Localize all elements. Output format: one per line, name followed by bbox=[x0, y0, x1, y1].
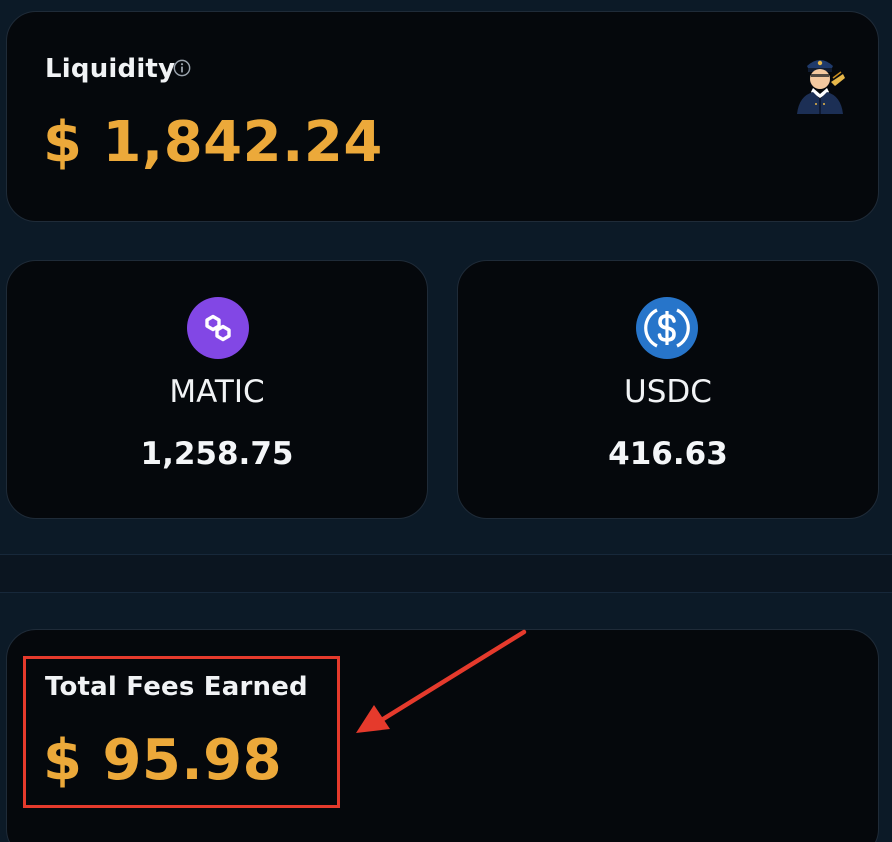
usdc-card: USDC 416.63 bbox=[457, 260, 879, 519]
pilot-avatar-icon[interactable] bbox=[791, 52, 849, 116]
usdc-icon bbox=[636, 297, 698, 359]
polygon-icon bbox=[187, 297, 249, 359]
liquidity-amount: $ 1,842.24 bbox=[43, 110, 383, 175]
annotation-arrow-icon bbox=[356, 629, 527, 733]
info-icon[interactable] bbox=[173, 59, 191, 77]
page: Liquidity $ 1,842.24 MATIC 1,258.75 USDC… bbox=[0, 0, 892, 842]
matic-name: MATIC bbox=[169, 374, 265, 410]
usdc-name: USDC bbox=[624, 374, 712, 410]
matic-amount: 1,258.75 bbox=[140, 436, 294, 472]
liquidity-label: Liquidity bbox=[45, 54, 176, 84]
usdc-amount: 416.63 bbox=[608, 436, 728, 472]
liquidity-card: Liquidity $ 1,842.24 bbox=[6, 11, 879, 222]
highlight-box bbox=[23, 656, 340, 808]
matic-card: MATIC 1,258.75 bbox=[6, 260, 428, 519]
